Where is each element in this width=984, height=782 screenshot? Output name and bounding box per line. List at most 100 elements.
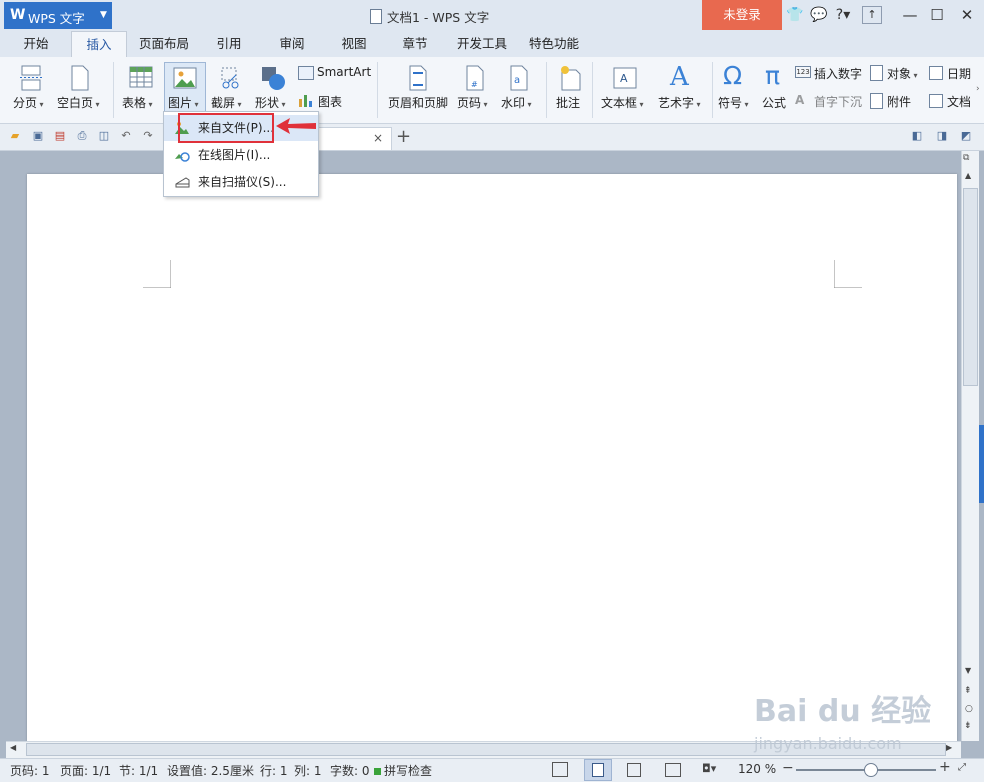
split-view-icon[interactable]: ⧉: [963, 153, 969, 163]
page-view-button[interactable]: [584, 759, 612, 781]
textbox-button[interactable]: A 文本框: [598, 62, 652, 118]
tab-section[interactable]: 章节: [393, 31, 437, 57]
omega-icon: Ω: [723, 61, 743, 90]
drop-cap-icon: A: [795, 93, 805, 107]
tab-view[interactable]: 视图: [332, 31, 376, 57]
tab-insert[interactable]: 插入: [71, 31, 127, 58]
tab-home[interactable]: 开始: [14, 31, 58, 57]
zoom-out-icon[interactable]: −: [782, 760, 794, 776]
zoom-in-icon[interactable]: +: [939, 759, 951, 775]
header-footer-button[interactable]: 页眉和页脚: [386, 62, 450, 118]
toolbar-option-icon[interactable]: ◨: [935, 129, 949, 143]
header-footer-label: 页眉和页脚: [388, 96, 449, 110]
close-button[interactable]: ✕: [954, 4, 980, 26]
screenshot-button[interactable]: 截屏: [208, 62, 252, 118]
svg-text:#: #: [471, 80, 478, 89]
menu-item-label: 来自扫描仪(S)...: [198, 175, 287, 189]
document-tab[interactable]: ×: [318, 127, 392, 150]
help-icon[interactable]: ?▾: [834, 7, 852, 23]
symbol-button[interactable]: Ω 符号: [716, 61, 756, 118]
document-icon: [370, 9, 382, 24]
menu-item-label: 在线图片(I)...: [198, 148, 271, 162]
comment-button[interactable]: 批注: [552, 62, 586, 118]
picture-button[interactable]: 图片: [164, 62, 206, 112]
side-panel-tab[interactable]: [979, 425, 984, 503]
scroll-down-icon[interactable]: ▼: [965, 666, 971, 675]
status-column: 列: 1: [294, 764, 322, 778]
fit-window-icon[interactable]: ⤢: [958, 762, 966, 773]
status-word-count[interactable]: 字数: 0: [330, 762, 370, 779]
wordart-button[interactable]: A 艺术字: [655, 62, 709, 118]
header-footer-icon: [409, 65, 427, 91]
page-break-button[interactable]: 分页: [10, 62, 54, 118]
svg-text:a: a: [514, 75, 520, 86]
blank-page-icon: [71, 65, 89, 91]
wps-logo-icon: W: [10, 7, 26, 23]
login-button[interactable]: 未登录: [702, 0, 782, 30]
smartart-button[interactable]: SmartArt: [298, 64, 372, 82]
scroll-left-icon[interactable]: ◀: [10, 743, 16, 752]
formula-button[interactable]: π 公式: [759, 61, 793, 118]
undo-icon[interactable]: ↶: [119, 129, 133, 143]
red-arrow-icon: [276, 118, 316, 134]
app-menu-button[interactable]: W WPS 文字 ▼: [4, 2, 112, 29]
outline-view-icon[interactable]: [627, 763, 641, 777]
document-button[interactable]: 文档: [929, 92, 984, 110]
close-tab-icon[interactable]: ×: [373, 131, 383, 145]
tab-page-layout[interactable]: 页面布局: [134, 31, 194, 57]
skin-icon[interactable]: 👕: [786, 7, 804, 23]
open-icon[interactable]: ▰: [8, 129, 22, 143]
tab-features[interactable]: 特色功能: [524, 31, 584, 57]
previous-page-icon[interactable]: ⇞: [964, 686, 972, 696]
drop-cap-button[interactable]: A 首字下沉: [795, 92, 867, 110]
status-setting[interactable]: 设置值: 2.5厘米: [167, 762, 254, 779]
spell-check-label: 拼写检查: [384, 764, 433, 778]
minimize-button[interactable]: —: [897, 4, 923, 26]
watermark-button[interactable]: a 水印: [499, 62, 541, 118]
shape-button[interactable]: 形状: [252, 62, 296, 118]
pi-icon: π: [765, 61, 781, 90]
browse-object-icon[interactable]: ○: [965, 704, 973, 714]
insert-number-button[interactable]: 123 插入数字: [795, 64, 867, 82]
print-icon[interactable]: ⎙: [75, 129, 89, 143]
chart-button[interactable]: 图表: [298, 92, 348, 110]
ribbon-scroll-right-icon[interactable]: ›: [976, 84, 980, 94]
wordart-icon: A: [670, 62, 689, 92]
object-button[interactable]: 对象: [870, 64, 926, 82]
print-preview-icon[interactable]: ◫: [97, 129, 111, 143]
chat-icon[interactable]: 💬: [810, 7, 828, 23]
page-number-button[interactable]: # 页码: [455, 62, 497, 118]
zoom-slider-thumb[interactable]: [864, 763, 878, 777]
maximize-button[interactable]: ☐: [924, 4, 950, 26]
save-icon[interactable]: ▣: [31, 129, 45, 143]
document-label: 文档: [947, 95, 972, 109]
attachment-button[interactable]: 附件: [870, 92, 922, 110]
spell-check-toggle[interactable]: 拼写检查: [374, 762, 432, 779]
menu-item-from-scanner[interactable]: 来自扫描仪(S)...: [164, 169, 318, 195]
date-button[interactable]: 日期: [929, 64, 984, 82]
scroll-up-icon[interactable]: ▲: [965, 171, 971, 180]
upload-icon[interactable]: ↑: [862, 6, 882, 24]
menu-item-online-picture[interactable]: 在线图片(I)...: [164, 142, 318, 168]
next-page-icon[interactable]: ⇟: [964, 721, 972, 731]
toolbar-option-icon[interactable]: ◩: [959, 129, 973, 143]
tab-developer[interactable]: 开发工具: [452, 31, 512, 57]
screenshot-label: 截屏: [211, 94, 242, 111]
table-button[interactable]: 表格: [119, 62, 161, 118]
tab-references[interactable]: 引用: [207, 31, 251, 57]
redo-icon[interactable]: ↷: [141, 129, 155, 143]
table-icon: [129, 66, 153, 88]
tab-review[interactable]: 审阅: [270, 31, 314, 57]
web-view-icon[interactable]: [665, 763, 681, 777]
vertical-scroll-thumb[interactable]: [963, 188, 978, 386]
new-tab-icon[interactable]: +: [396, 126, 411, 147]
status-section: 节: 1/1: [119, 764, 159, 778]
zoom-level[interactable]: 120 %: [738, 762, 776, 776]
export-pdf-icon[interactable]: ▤: [53, 129, 67, 143]
fullscreen-view-icon[interactable]: [552, 762, 568, 777]
comment-icon: [561, 66, 581, 91]
toolbar-option-icon[interactable]: ◧: [910, 129, 924, 143]
watermark-icon: a: [510, 65, 528, 91]
eye-protection-icon[interactable]: ◘▾: [702, 762, 716, 775]
blank-page-button[interactable]: 空白页: [55, 62, 105, 118]
